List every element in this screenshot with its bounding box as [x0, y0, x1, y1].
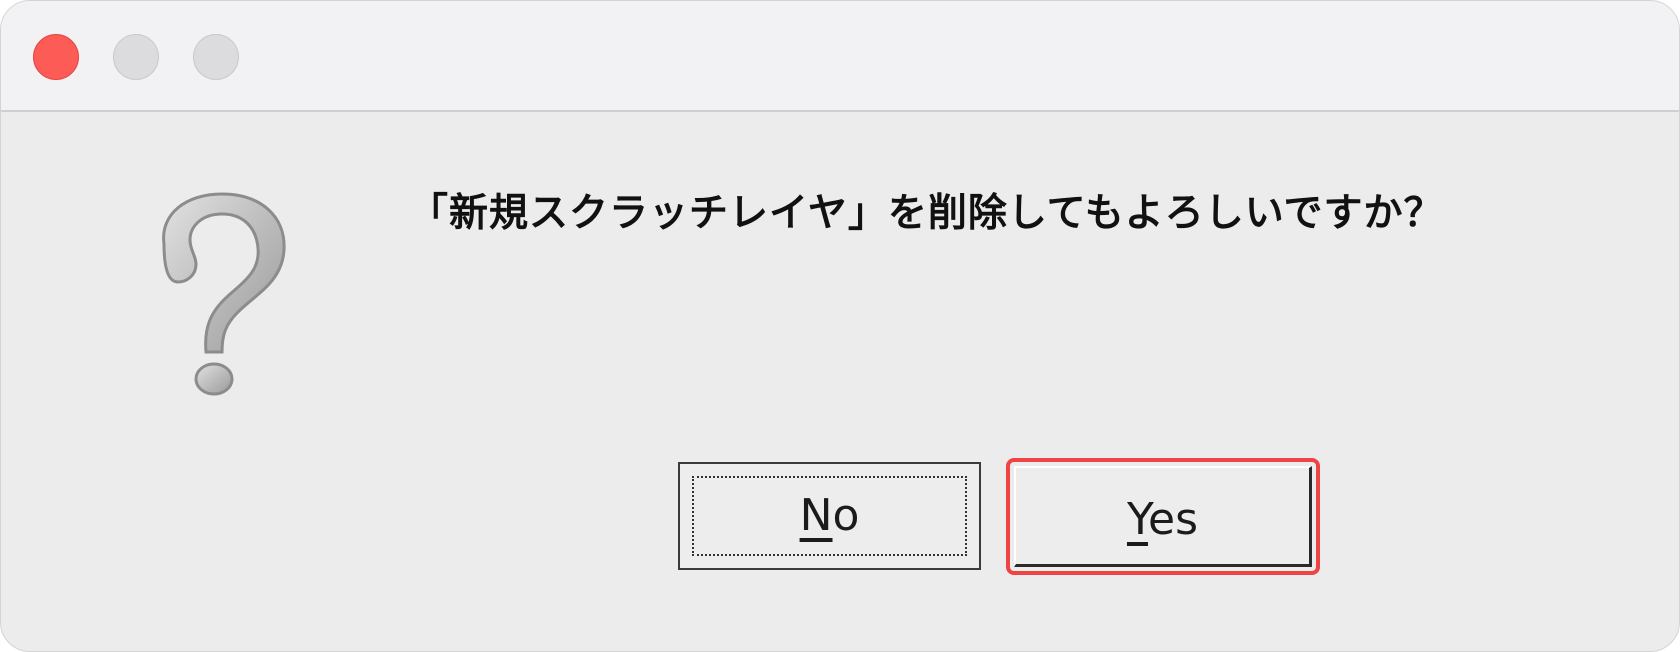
minimize-window-button[interactable] — [113, 34, 159, 80]
yes-button[interactable]: Yes — [1014, 466, 1312, 567]
no-button[interactable]: No — [678, 462, 981, 570]
no-button-label: No — [799, 490, 860, 541]
question-mark-icon — [162, 192, 286, 396]
close-window-button[interactable] — [33, 34, 79, 80]
dialog-message: 「新規スクラッチレイヤ」を削除してもよろしいですか？ — [409, 191, 1444, 236]
title-bar — [1, 1, 1679, 112]
yes-button-label: Yes — [1126, 494, 1199, 545]
maximize-window-button[interactable] — [193, 34, 239, 80]
dialog-window: 「新規スクラッチレイヤ」を削除してもよろしいですか？ No Yes — [0, 0, 1680, 652]
